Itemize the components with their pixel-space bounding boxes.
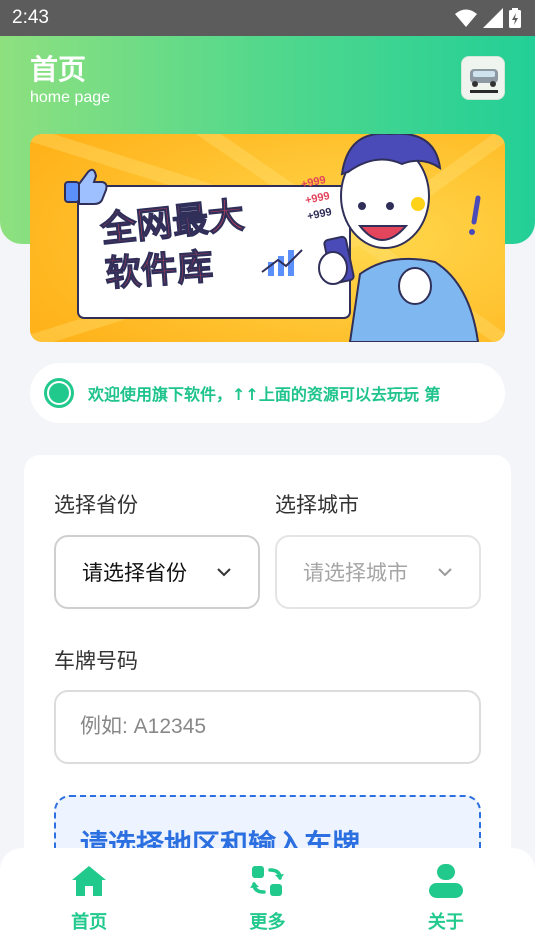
nav-item-about[interactable]: 关于	[357, 848, 535, 951]
province-select-value: 请选择省份	[82, 561, 187, 585]
nav-item-home[interactable]: 首页	[0, 848, 178, 951]
city-label: 选择城市	[275, 493, 359, 517]
page-title: 首页	[30, 53, 87, 86]
notice-marquee[interactable]: 欢迎使用旗下软件，↑↑上面的资源可以去玩玩 第	[30, 363, 505, 423]
plate-label: 车牌号码	[54, 649, 138, 673]
status-bar: 2:43	[0, 0, 535, 36]
query-form-card: 选择省份 选择城市 请选择省份 请选择城市 车牌号码 请选择地区和输入车牌	[24, 455, 511, 875]
province-select[interactable]: 请选择省份	[54, 535, 260, 609]
nav-label-home: 首页	[71, 912, 108, 933]
nav-label-more: 更多	[249, 912, 286, 933]
app-logo[interactable]	[461, 56, 505, 100]
chevron-down-icon	[217, 568, 231, 577]
signal-icon	[483, 8, 503, 28]
status-time: 2:43	[12, 7, 49, 28]
page-subtitle: home page	[30, 89, 111, 106]
notice-text: 欢迎使用旗下软件，↑↑上面的资源可以去玩玩 第	[88, 385, 441, 404]
battery-icon	[509, 8, 521, 28]
plate-number-input[interactable]	[54, 690, 481, 764]
nav-item-more[interactable]: 更多	[178, 848, 356, 951]
notice-indicator-icon	[44, 378, 74, 408]
user-icon	[428, 864, 463, 898]
city-select[interactable]: 请选择城市	[275, 535, 481, 609]
refresh-icon	[250, 866, 285, 896]
bottom-nav: 首页 更多 关于	[0, 848, 535, 951]
car-logo-icon	[470, 69, 498, 93]
nav-label-about: 关于	[427, 912, 464, 933]
chevron-down-icon	[438, 568, 452, 577]
wifi-icon	[455, 9, 477, 27]
home-icon	[72, 866, 107, 896]
province-label: 选择省份	[54, 493, 138, 517]
promo-banner[interactable]: +999 +999 +999 全网最大 软件库	[30, 134, 505, 342]
svg-text:软件库: 软件库	[104, 247, 215, 295]
banner-illustration: +999 +999 +999 全网最大 软件库	[30, 134, 505, 342]
status-icons	[455, 8, 521, 28]
city-select-value: 请选择城市	[303, 561, 408, 585]
